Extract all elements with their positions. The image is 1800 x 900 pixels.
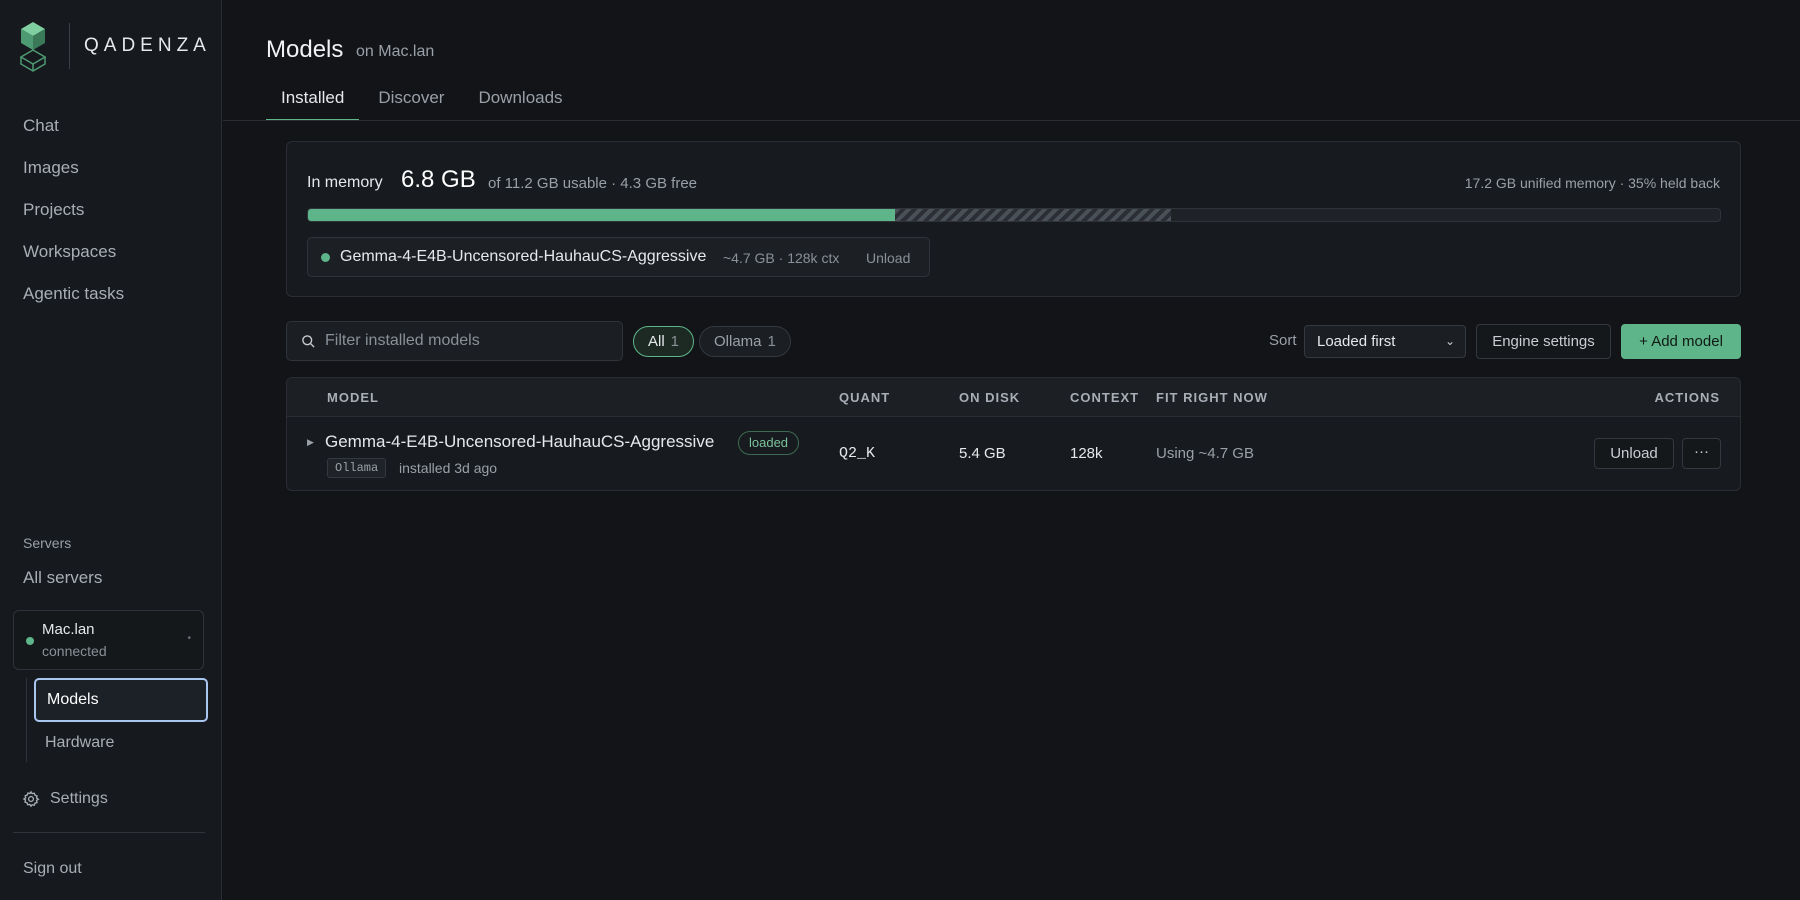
context-value: 128k	[1070, 445, 1103, 462]
column-header-model: MODEL	[327, 390, 379, 405]
loaded-model-name: Gemma-4-E4B-Uncensored-HauhauCS-Aggressi…	[340, 248, 707, 265]
server-card[interactable]: Mac.lan connected •	[13, 610, 204, 670]
tabs: Installed Discover Downloads	[266, 80, 597, 121]
unified-memory-info: 17.2 GB unified memory · 35% held back	[1464, 175, 1720, 191]
memory-detail: of 11.2 GB usable · 4.3 GB free	[488, 175, 698, 192]
nav-item-workspaces[interactable]: Workspaces	[0, 231, 222, 273]
server-caret-icon: •	[187, 633, 191, 644]
server-subnav: Models Hardware	[26, 678, 208, 762]
pill-all-label: All	[648, 333, 665, 350]
models-table: MODEL QUANT ON DISK CONTEXT FIT RIGHT NO…	[286, 377, 1741, 491]
pill-all-count: 1	[670, 333, 680, 350]
server-name: Mac.lan	[42, 621, 95, 638]
settings-label: Settings	[50, 790, 108, 807]
installed-time: installed 3d ago	[399, 460, 498, 476]
main-nav: Chat Images Projects Workspaces Agentic …	[0, 105, 222, 315]
brand-name: QADENZA	[69, 23, 211, 69]
nav-item-images[interactable]: Images	[0, 147, 222, 189]
loaded-badge: loaded	[738, 431, 800, 455]
loaded-model-meta: ~4.7 GB · 128k ctx	[723, 250, 840, 266]
server-status-dot	[26, 637, 34, 645]
memory-bar-held-back	[895, 209, 1171, 221]
settings-link[interactable]: Settings	[22, 790, 108, 808]
filter-pill-ollama[interactable]: Ollama 1	[699, 326, 791, 357]
tab-downloads[interactable]: Downloads	[478, 80, 562, 120]
model-name: Gemma-4-E4B-Uncensored-HauhauCS-Aggressi…	[325, 432, 715, 451]
column-header-context: CONTEXT	[1070, 390, 1140, 405]
chip-unload-button[interactable]: Unload	[866, 250, 910, 266]
sign-out-link[interactable]: Sign out	[23, 860, 82, 878]
memory-bar-used	[308, 209, 896, 221]
filter-pill-all[interactable]: All 1	[633, 326, 695, 357]
brand[interactable]: QADENZA	[19, 20, 211, 72]
more-actions-button[interactable]: ···	[1682, 438, 1721, 469]
row-unload-button[interactable]: Unload	[1594, 438, 1674, 469]
sidebar: QADENZA Chat Images Projects Workspaces …	[0, 0, 222, 900]
filter-field[interactable]	[286, 321, 623, 361]
fit-value: Using ~4.7 GB	[1156, 445, 1254, 462]
expand-caret-icon[interactable]: ▶	[307, 437, 314, 448]
memory-bar	[307, 208, 1721, 222]
tab-discover[interactable]: Discover	[378, 80, 444, 120]
sort-label: Sort	[1269, 332, 1297, 349]
tabs-divider	[223, 120, 1800, 121]
servers-section-label: Servers	[23, 535, 72, 551]
column-header-actions: ACTIONS	[1654, 390, 1720, 405]
memory-card: In memory 6.8 GB of 11.2 GB usable · 4.3…	[286, 141, 1741, 297]
server-status: connected	[42, 643, 107, 659]
engine-tag: Ollama	[327, 458, 387, 478]
nav-item-projects[interactable]: Projects	[0, 189, 222, 231]
nav-item-agentic-tasks[interactable]: Agentic tasks	[0, 273, 222, 315]
sort-value: Loaded first	[1317, 333, 1396, 350]
loaded-model-chip: Gemma-4-E4B-Uncensored-HauhauCS-Aggressi…	[307, 237, 930, 277]
memory-value: 6.8 GB	[401, 166, 476, 193]
loaded-status-dot	[321, 253, 330, 262]
subnav-item-models[interactable]: Models	[34, 678, 208, 722]
sort-select[interactable]: Loaded first ⌄	[1304, 325, 1466, 358]
add-model-button[interactable]: + Add model	[1621, 324, 1741, 359]
disk-size-value: 5.4 GB	[959, 445, 1006, 462]
gear-icon	[22, 790, 40, 808]
logo-icon	[19, 22, 47, 72]
subnav-item-hardware[interactable]: Hardware	[34, 722, 208, 766]
filter-input[interactable]	[325, 322, 615, 360]
column-header-quant: QUANT	[839, 390, 891, 405]
column-header-on-disk: ON DISK	[959, 390, 1021, 405]
quant-value: Q2_K	[839, 445, 876, 462]
pill-ollama-label: Ollama	[714, 333, 762, 350]
sidebar-divider	[13, 832, 205, 833]
chevron-down-icon: ⌄	[1444, 334, 1455, 348]
table-header: MODEL QUANT ON DISK CONTEXT FIT RIGHT NO…	[287, 378, 1740, 417]
tab-installed[interactable]: Installed	[266, 80, 360, 121]
pill-ollama-count: 1	[767, 333, 776, 350]
nav-item-chat[interactable]: Chat	[0, 105, 222, 147]
all-servers-link[interactable]: All servers	[23, 568, 102, 588]
column-header-fit: FIT RIGHT NOW	[1156, 390, 1268, 405]
engine-settings-button[interactable]: Engine settings	[1476, 324, 1611, 359]
page-title: Models	[266, 36, 344, 63]
page-subtitle: on Mac.lan	[356, 43, 435, 60]
search-icon	[302, 335, 315, 348]
memory-label: In memory	[307, 174, 383, 191]
